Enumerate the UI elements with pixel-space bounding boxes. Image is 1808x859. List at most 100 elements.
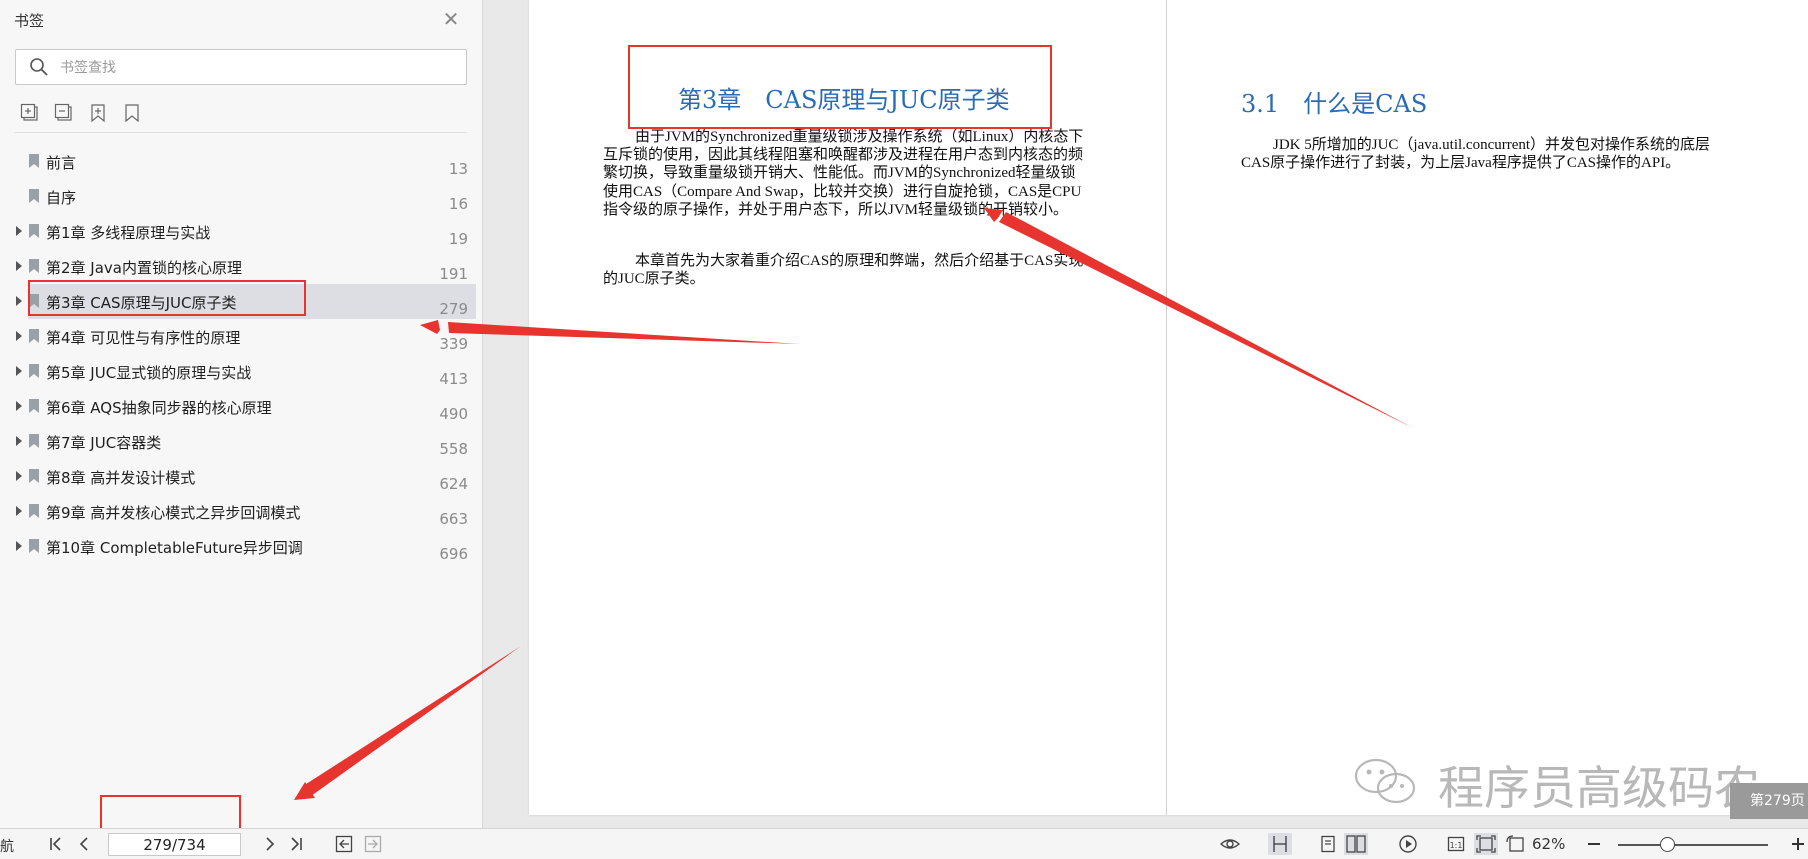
bookmark-label: 前言 [46,154,77,172]
bookmark-page: 663 [439,510,468,528]
bookmark-label: 第2章 Java内置锁的核心原理 [46,259,242,277]
bookmark-page: 191 [439,265,468,283]
expand-arrow-icon[interactable] [16,331,22,341]
bookmark-label: 第7章 JUC容器类 [46,434,162,452]
play-icon[interactable] [1398,834,1418,854]
rotate-icon[interactable] [1506,834,1526,854]
zoom-level[interactable]: 62% [1532,835,1565,853]
bookmark-item[interactable]: 第5章 JUC显式锁的原理与实战 413 [0,354,476,389]
bookmark-page: 279 [439,300,468,318]
wechat-icon [1354,758,1416,804]
bookmark-label: 第9章 高并发核心模式之异步回调模式 [46,504,301,522]
bookmark-page: 696 [439,545,468,563]
bookmark-flag-icon [29,189,39,203]
bookmark-flag-icon [29,434,39,448]
bookmark-label: 第6章 AQS抽象同步器的核心原理 [46,399,272,417]
bookmark-flag-icon [29,294,39,308]
bookmark-page: 558 [439,440,468,458]
bookmark-label: 自序 [46,189,77,207]
page-number-input[interactable] [108,833,241,856]
bookmark-item[interactable]: 第4章 可见性与有序性的原理 339 [0,319,476,354]
add-bookmark-icon[interactable] [88,103,108,123]
bookmark-flag-icon [29,154,39,168]
zoom-slider-track[interactable] [1618,844,1768,846]
bookmark-flag-icon [29,364,39,378]
page-divider [1166,0,1167,815]
expand-arrow-icon[interactable] [16,261,22,271]
sidebar-title: 书签 [14,12,45,30]
bookmark-item[interactable]: 第7章 JUC容器类 558 [0,424,476,459]
bookmark-icon[interactable] [122,103,142,123]
expand-arrow-icon[interactable] [16,296,22,306]
bookmark-sidebar: 书签 ✕ 前言 [0,0,483,828]
expand-arrow-icon[interactable] [16,226,22,236]
bookmark-label: 第5章 JUC显式锁的原理与实战 [46,364,252,382]
document-page-right [1167,0,1808,815]
zoom-out-icon[interactable] [1584,834,1604,854]
section-paragraph: JDK 5所增加的JUC（java.util.concurrent）并发包对操作… [1241,137,1711,172]
bookmark-item[interactable]: 第2章 Java内置锁的核心原理 191 [0,249,476,284]
bookmark-search[interactable] [15,49,467,85]
bookmark-item[interactable]: 第10章 CompletableFuture异步回调 696 [0,529,476,564]
actual-size-icon[interactable]: 1:1 [1446,834,1466,854]
zoom-slider-handle[interactable] [1660,837,1675,852]
nav-tab-label[interactable]: 航 [0,836,14,856]
bookmark-search-input[interactable] [60,56,450,80]
bookmark-item[interactable]: 第8章 高并发设计模式 624 [0,459,476,494]
bookmark-label: 第4章 可见性与有序性的原理 [46,329,241,347]
intro-paragraph: 由于JVM的Synchronized重量级锁涉及操作系统（如Linux）内核态下… [603,129,1084,218]
expand-arrow-icon[interactable] [16,506,22,516]
section-title: 3.1 什么是CAS [1241,90,1428,118]
bookmark-item[interactable]: 前言 13 [0,144,476,179]
first-page-icon[interactable] [46,834,66,854]
second-paragraph: 本章首先为大家着重介绍CAS的原理和弊端，然后介绍基于CAS实现的JUC原子类。 [603,253,1084,288]
bookmark-label: 第3章 CAS原理与JUC原子类 [46,294,237,312]
forward-icon[interactable] [363,834,383,854]
expand-all-icon[interactable] [20,103,40,123]
bookmark-flag-icon [29,259,39,273]
expand-arrow-icon[interactable] [16,366,22,376]
bottom-toolbar: 航 279/734 1:1 62% [0,828,1808,859]
bookmark-item[interactable]: 自序 16 [0,179,476,214]
bookmark-item[interactable]: 第6章 AQS抽象同步器的核心原理 490 [0,389,476,424]
back-icon[interactable] [334,834,354,854]
bookmark-page: 16 [448,195,468,213]
bookmark-label: 第1章 多线程原理与实战 [46,224,211,242]
prev-page-icon[interactable] [74,834,94,854]
bookmark-flag-icon [29,224,39,238]
chapter-title: 第3章 CAS原理与JUC原子类 [678,86,1010,114]
bookmark-flag-icon [29,504,39,518]
bookmark-item[interactable]: 第1章 多线程原理与实战 19 [0,214,476,249]
bookmark-page: 490 [439,405,468,423]
single-page-icon[interactable] [1318,834,1338,854]
bookmark-flag-icon [29,329,39,343]
collapse-all-icon[interactable] [54,103,74,123]
bookmark-flag-icon [29,539,39,553]
bookmark-item-selected[interactable]: 第3章 CAS原理与JUC原子类 279 [16,284,476,319]
zoom-in-icon[interactable] [1788,834,1808,854]
last-page-icon[interactable] [286,834,306,854]
toolbar-divider [14,132,467,133]
bookmark-flag-icon [29,469,39,483]
expand-arrow-icon[interactable] [16,541,22,551]
bookmark-page: 413 [439,370,468,388]
next-page-icon[interactable] [260,834,280,854]
svg-text:1:1: 1:1 [1450,841,1463,850]
continuous-scroll-icon[interactable] [1268,833,1292,855]
bookmark-item[interactable]: 第9章 高并发核心模式之异步回调模式 663 [0,494,476,529]
eye-icon[interactable] [1220,834,1240,854]
bookmark-label: 第8章 高并发设计模式 [46,469,196,487]
bookmark-page: 13 [448,160,468,178]
document-page-left [529,0,1166,815]
bookmark-page: 19 [448,230,468,248]
bookmark-flag-icon [29,399,39,413]
expand-arrow-icon[interactable] [16,436,22,446]
expand-arrow-icon[interactable] [16,401,22,411]
close-icon[interactable]: ✕ [440,8,462,30]
fit-page-icon[interactable] [1474,833,1498,855]
double-page-icon[interactable] [1344,833,1368,855]
page-tooltip: 第279页 [1730,783,1808,819]
bookmark-label: 第10章 CompletableFuture异步回调 [46,539,303,557]
bookmark-page: 339 [439,335,468,353]
expand-arrow-icon[interactable] [16,471,22,481]
